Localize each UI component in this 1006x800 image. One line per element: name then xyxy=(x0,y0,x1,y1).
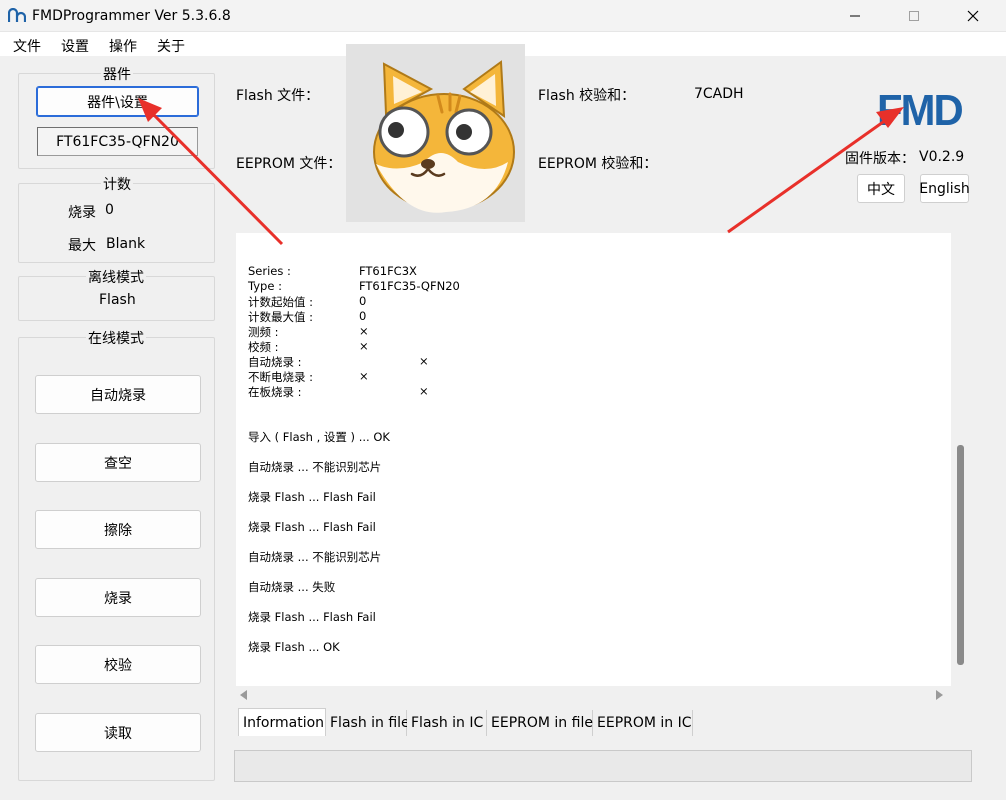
log-entry: 烧录 Flash ... Flash Fail xyxy=(248,610,376,624)
burn-button[interactable]: 烧录 xyxy=(35,578,201,617)
status-bar xyxy=(234,750,972,782)
log-entry: 烧录 Flash ... OK xyxy=(248,640,340,654)
read-button[interactable]: 读取 xyxy=(35,713,201,752)
menu-about[interactable]: 关于 xyxy=(157,36,185,56)
fmd-logo: FMD xyxy=(877,86,964,135)
info-label: 计数起始值 : xyxy=(248,295,314,309)
window-title: FMDProgrammer Ver 5.3.6.8 xyxy=(32,8,231,24)
max-count-label: 最大 xyxy=(68,238,96,254)
burn-count-value: 0 xyxy=(105,202,114,218)
scroll-right-icon[interactable] xyxy=(935,690,943,700)
minimize-icon xyxy=(850,15,860,17)
flash-file-label: Flash 文件： xyxy=(236,88,320,104)
cat-sticker-image xyxy=(346,44,525,222)
info-value: × xyxy=(419,384,429,398)
maximize-button[interactable] xyxy=(891,0,937,32)
flash-checksum-label: Flash 校验和： xyxy=(538,88,636,104)
log-scroll-thumb[interactable] xyxy=(957,445,964,665)
auto-burn-button[interactable]: 自动烧录 xyxy=(35,375,201,414)
maximize-icon xyxy=(909,11,919,21)
log-entry: 自动烧录 ... 不能识别芯片 xyxy=(248,460,382,474)
log-entry: 导入 ( Flash , 设置 ) ... OK xyxy=(248,430,390,444)
info-value: FT61FC35-QFN20 xyxy=(359,279,460,293)
info-value: 0 xyxy=(359,294,367,308)
flash-checksum-value: 7CADH xyxy=(694,86,744,102)
info-value: FT61FC3X xyxy=(359,264,417,278)
scroll-left-icon[interactable] xyxy=(240,690,248,700)
tab-information[interactable]: Information xyxy=(238,708,326,736)
info-value: × xyxy=(359,369,369,383)
info-label: Series : xyxy=(248,264,291,278)
info-label: Type : xyxy=(248,279,282,293)
menu-operation[interactable]: 操作 xyxy=(109,36,137,56)
eeprom-file-label: EEPROM 文件： xyxy=(236,156,342,172)
cat-face-icon xyxy=(373,60,515,213)
verify-button[interactable]: 校验 xyxy=(35,645,201,684)
log-entry: 自动烧录 ... 失败 xyxy=(248,580,336,594)
close-button[interactable] xyxy=(950,0,996,32)
info-value: × xyxy=(359,324,369,338)
tab-flash-in-file[interactable]: Flash in file xyxy=(326,710,410,736)
log-entry: 自动烧录 ... 不能识别芯片 xyxy=(248,550,382,564)
log-entry: 烧录 Flash ... Flash Fail xyxy=(248,490,376,504)
info-label: 校频 : xyxy=(248,340,279,354)
app-logo-icon xyxy=(8,8,26,22)
information-log-panel: Series : FT61FC3X Type : FT61FC35-QFN20 … xyxy=(236,233,951,686)
blank-check-button[interactable]: 查空 xyxy=(35,443,201,482)
offline-mode-title: 离线模式 xyxy=(86,267,146,287)
max-count-value: Blank xyxy=(106,236,146,252)
info-label: 不断电烧录 : xyxy=(248,370,314,384)
menu-file[interactable]: 文件 xyxy=(13,36,41,56)
info-value: 0 xyxy=(359,309,367,323)
info-value: × xyxy=(419,354,429,368)
log-entry: 烧录 Flash ... Flash Fail xyxy=(248,520,376,534)
menu-settings[interactable]: 设置 xyxy=(61,36,89,56)
info-label: 测频 : xyxy=(248,325,279,339)
tab-flash-in-ic[interactable]: Flash in IC xyxy=(407,710,487,736)
device-name-field: FT61FC35-QFN20 xyxy=(37,127,198,156)
info-label: 在板烧录 : xyxy=(248,385,302,399)
log-horizontal-scrollbar[interactable] xyxy=(236,686,951,704)
tab-eeprom-in-ic[interactable]: EEPROM in IC xyxy=(593,710,693,736)
info-label: 计数最大值 : xyxy=(248,310,314,324)
erase-button[interactable]: 擦除 xyxy=(35,510,201,549)
tab-eeprom-in-file[interactable]: EEPROM in file xyxy=(487,710,593,736)
device-group-title: 器件 xyxy=(101,64,133,84)
eeprom-checksum-label: EEPROM 校验和： xyxy=(538,156,658,172)
firmware-version-value: V0.2.9 xyxy=(919,149,965,165)
title-bar: FMDProgrammer Ver 5.3.6.8 xyxy=(0,0,1006,32)
device-settings-button[interactable]: 器件\设置 xyxy=(36,86,199,117)
count-group-title: 计数 xyxy=(101,174,133,194)
english-language-button[interactable]: English xyxy=(919,174,970,203)
chinese-language-button[interactable]: 中文 xyxy=(857,174,905,203)
minimize-button[interactable] xyxy=(832,0,878,32)
burn-count-label: 烧录 xyxy=(68,205,96,221)
online-mode-title: 在线模式 xyxy=(86,328,146,348)
info-value: × xyxy=(359,339,369,353)
offline-mode-value: Flash xyxy=(99,292,136,308)
close-icon xyxy=(967,10,979,22)
info-label: 自动烧录 : xyxy=(248,355,302,369)
firmware-version-label: 固件版本： xyxy=(845,151,915,167)
